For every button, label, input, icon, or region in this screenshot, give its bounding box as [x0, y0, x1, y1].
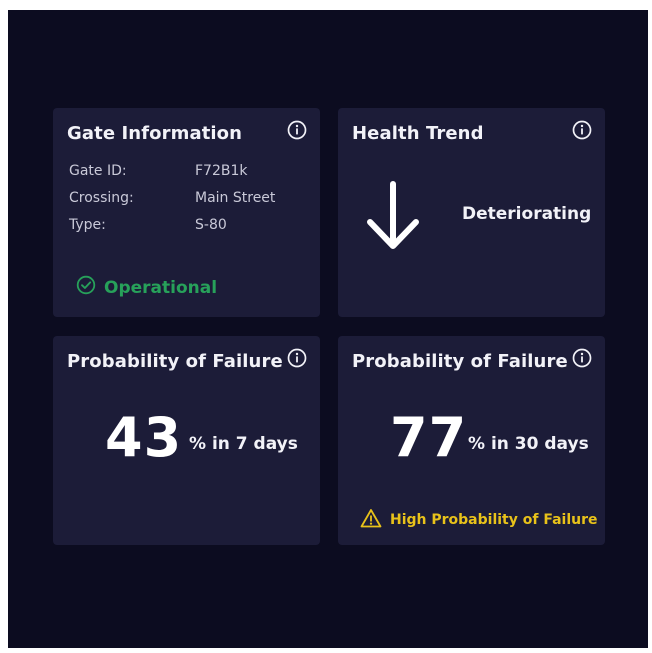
warning-triangle-icon	[360, 508, 382, 532]
info-icon[interactable]	[572, 120, 592, 140]
crossing-label: Crossing:	[69, 190, 134, 206]
type-value: S-80	[195, 217, 227, 233]
check-circle-icon	[76, 275, 96, 300]
gate-id-value: F72B1k	[195, 163, 248, 179]
failure-30-days-value: 77	[390, 406, 468, 469]
status-badge: Operational	[76, 275, 217, 300]
high-probability-warning: High Probability of Failure	[360, 508, 597, 532]
type-label: Type:	[69, 217, 106, 233]
gate-information-card: Gate Information Gate ID: F72B1k Crossin…	[53, 108, 320, 317]
failure-7-days-value: 43	[105, 406, 183, 469]
info-icon[interactable]	[287, 348, 307, 368]
status-text: Operational	[104, 277, 218, 298]
failure-30-days-suffix: % in 30 days	[468, 434, 589, 454]
failure-30-days-card: Probability of Failure 77 % in 30 days H…	[338, 336, 605, 545]
health-trend-card: Health Trend Deteriorating	[338, 108, 605, 317]
failure-7-days-card: Probability of Failure 43 % in 7 days	[53, 336, 320, 545]
failure-7-days-suffix: % in 7 days	[189, 434, 298, 454]
failure-7-days-title: Probability of Failure	[67, 351, 283, 372]
info-icon[interactable]	[287, 120, 307, 140]
gate-id-label: Gate ID:	[69, 163, 127, 179]
info-icon[interactable]	[572, 348, 592, 368]
trend-value: Deteriorating	[462, 204, 592, 224]
failure-30-days-title: Probability of Failure	[352, 351, 568, 372]
warning-text: High Probability of Failure	[390, 512, 598, 528]
dashboard-frame: Gate Information Gate ID: F72B1k Crossin…	[8, 10, 648, 648]
crossing-value: Main Street	[195, 190, 276, 206]
health-trend-title: Health Trend	[352, 123, 484, 144]
gate-information-title: Gate Information	[67, 123, 243, 144]
arrow-down-icon	[364, 180, 422, 256]
